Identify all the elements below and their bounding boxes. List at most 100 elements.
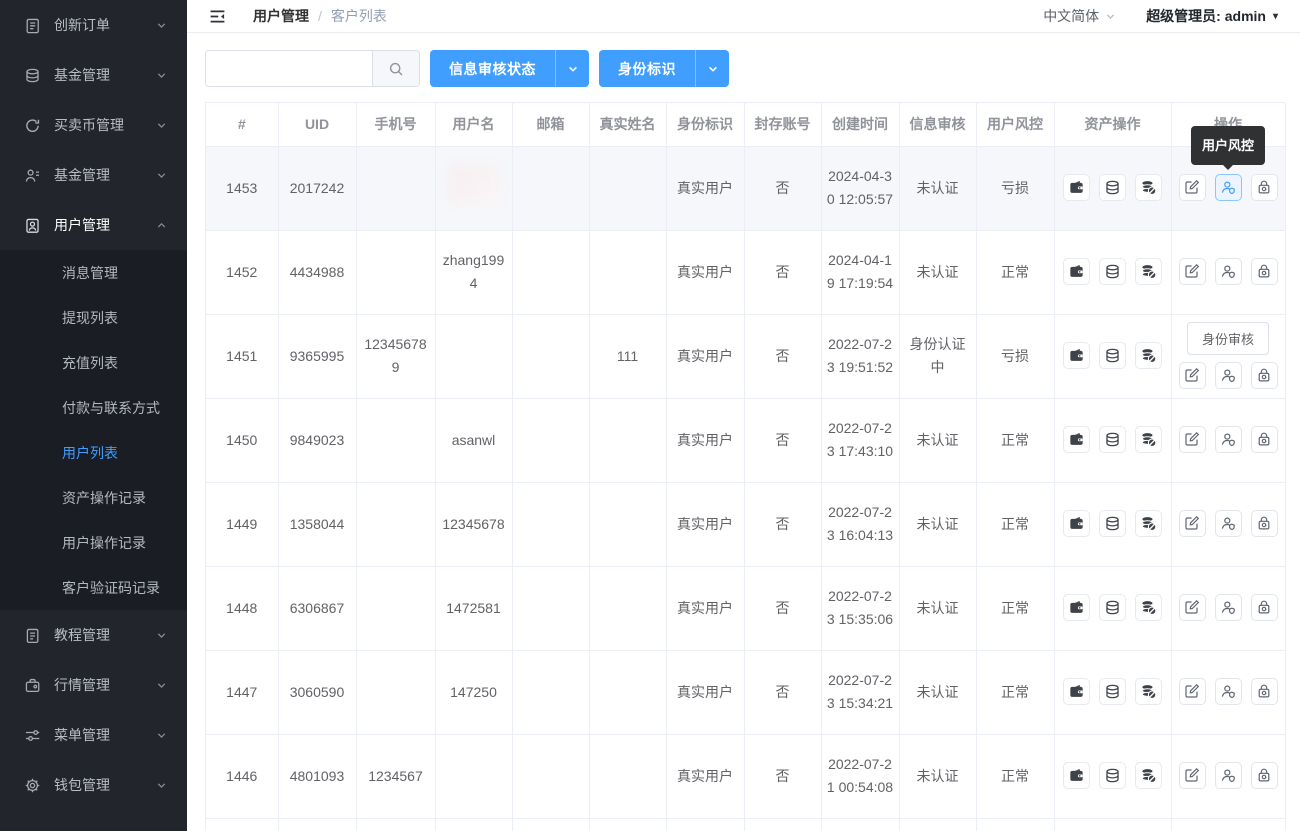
doc-icon bbox=[24, 627, 41, 644]
coins-off-button[interactable] bbox=[1135, 342, 1162, 369]
cell-identity: 真实用户 bbox=[666, 146, 744, 230]
action-buttons bbox=[1179, 594, 1278, 623]
cell-review: 未认证 bbox=[899, 734, 976, 818]
sidebar-subitem-5[interactable]: 资产操作记录 bbox=[0, 475, 187, 520]
edit-button[interactable] bbox=[1179, 762, 1206, 789]
lock-button[interactable] bbox=[1251, 426, 1278, 453]
cell-username: zhang1994 bbox=[435, 230, 512, 314]
coins-button[interactable] bbox=[1099, 678, 1126, 705]
sidebar-subitem-label: 消息管理 bbox=[62, 263, 118, 283]
edit-button[interactable] bbox=[1179, 174, 1206, 201]
wallet-button[interactable] bbox=[1063, 510, 1090, 537]
coins-off-button[interactable] bbox=[1135, 678, 1162, 705]
sidebar-item-0[interactable]: 创新订单 bbox=[0, 0, 187, 50]
cell-identity: 真实用户 bbox=[666, 650, 744, 734]
lock-button[interactable] bbox=[1251, 510, 1278, 537]
edit-button[interactable] bbox=[1179, 258, 1206, 285]
user-risk-icon bbox=[1220, 179, 1236, 195]
dropdown-caret-zone[interactable] bbox=[696, 63, 729, 75]
cell-username bbox=[435, 314, 512, 398]
user-risk-button[interactable] bbox=[1215, 258, 1242, 285]
sidebar-item-8[interactable]: 钱包管理 bbox=[0, 760, 187, 810]
wallet-button[interactable] bbox=[1063, 174, 1090, 201]
caret-down-icon: ▾ bbox=[1273, 11, 1278, 22]
coins-off-button[interactable] bbox=[1135, 258, 1162, 285]
user-risk-button[interactable] bbox=[1215, 762, 1242, 789]
coins-icon bbox=[1104, 767, 1121, 784]
sidebar-item-2[interactable]: 买卖币管理 bbox=[0, 100, 187, 150]
wallet-button[interactable] bbox=[1063, 426, 1090, 453]
lock-button[interactable] bbox=[1251, 258, 1278, 285]
search-input[interactable] bbox=[206, 51, 372, 86]
wallet-button[interactable] bbox=[1063, 678, 1090, 705]
coins-off-button[interactable] bbox=[1135, 762, 1162, 789]
coins-off-button[interactable] bbox=[1135, 426, 1162, 453]
sidebar-item-4[interactable]: 用户管理 bbox=[0, 200, 187, 250]
action-wrap bbox=[1177, 258, 1280, 287]
coins-off-button[interactable] bbox=[1135, 174, 1162, 201]
coins-button[interactable] bbox=[1099, 174, 1126, 201]
filter-dropdown-1[interactable]: 身份标识 bbox=[599, 50, 729, 87]
coins-button[interactable] bbox=[1099, 594, 1126, 621]
sidebar-subitem-4[interactable]: 用户列表 bbox=[0, 430, 187, 475]
breadcrumb-item-parent[interactable]: 用户管理 bbox=[253, 6, 309, 26]
search-button[interactable] bbox=[372, 51, 419, 86]
chevron-down-icon bbox=[156, 170, 167, 181]
wallet-icon bbox=[1068, 263, 1085, 280]
user-risk-button[interactable] bbox=[1215, 594, 1242, 621]
cell-actions: 用户风控 bbox=[1171, 146, 1285, 230]
wallet-button[interactable] bbox=[1063, 594, 1090, 621]
user-risk-button[interactable] bbox=[1215, 362, 1242, 389]
sidebar-item-1[interactable]: 基金管理 bbox=[0, 50, 187, 100]
edit-button[interactable] bbox=[1179, 594, 1206, 621]
edit-button[interactable] bbox=[1179, 510, 1206, 537]
edit-button[interactable] bbox=[1179, 362, 1206, 389]
sidebar-subitem-1[interactable]: 提现列表 bbox=[0, 295, 187, 340]
wallet-button[interactable] bbox=[1063, 762, 1090, 789]
coins-button[interactable] bbox=[1099, 258, 1126, 285]
coins-button[interactable] bbox=[1099, 426, 1126, 453]
admin-menu[interactable]: 超级管理员: admin ▾ bbox=[1146, 6, 1278, 26]
filter-dropdown-0[interactable]: 信息审核状态 bbox=[430, 50, 589, 87]
sidebar-subitem-6[interactable]: 用户操作记录 bbox=[0, 520, 187, 565]
lock-button[interactable] bbox=[1251, 362, 1278, 389]
coins-off-button[interactable] bbox=[1135, 510, 1162, 537]
user-risk-button[interactable] bbox=[1215, 678, 1242, 705]
sidebar-subitem-7[interactable]: 客户验证码记录 bbox=[0, 565, 187, 610]
coins-button[interactable] bbox=[1099, 762, 1126, 789]
edit-button[interactable] bbox=[1179, 426, 1206, 453]
sidebar-item-5[interactable]: 教程管理 bbox=[0, 610, 187, 660]
lock-button[interactable] bbox=[1251, 174, 1278, 201]
sidebar-subitem-3[interactable]: 付款与联系方式 bbox=[0, 385, 187, 430]
asset-buttons bbox=[1063, 351, 1162, 367]
user-risk-button[interactable]: 用户风控 bbox=[1215, 174, 1242, 201]
coins-button[interactable] bbox=[1099, 342, 1126, 369]
coins-button[interactable] bbox=[1099, 510, 1126, 537]
user-table-wrap: #UID手机号用户名邮箱真实姓名身份标识封存账号创建时间信息审核用户风控资产操作… bbox=[205, 102, 1285, 831]
lock-button[interactable] bbox=[1251, 594, 1278, 621]
cell-username: asanwl bbox=[435, 398, 512, 482]
sidebar-subitem-2[interactable]: 充值列表 bbox=[0, 340, 187, 385]
sidebar-item-3[interactable]: 基金管理 bbox=[0, 150, 187, 200]
user-risk-button[interactable] bbox=[1215, 426, 1242, 453]
edit-button[interactable] bbox=[1179, 678, 1206, 705]
table-row: 14473060590147250真实用户否2022-07-23 15:34:2… bbox=[206, 650, 1285, 734]
coins-off-button[interactable] bbox=[1135, 594, 1162, 621]
sidebar-subitem-0[interactable]: 消息管理 bbox=[0, 250, 187, 295]
sidebar-item-7[interactable]: 菜单管理 bbox=[0, 710, 187, 760]
dropdown-caret-zone[interactable] bbox=[556, 63, 589, 75]
cell-review: 未认证 bbox=[899, 146, 976, 230]
wallet-button[interactable] bbox=[1063, 342, 1090, 369]
user-risk-button[interactable] bbox=[1215, 510, 1242, 537]
menu-fold-icon[interactable] bbox=[209, 8, 226, 25]
language-selector[interactable]: 中文简体 bbox=[1043, 6, 1116, 26]
cell-assets bbox=[1054, 314, 1171, 398]
lock-icon bbox=[1256, 767, 1272, 783]
wallet-button[interactable] bbox=[1063, 258, 1090, 285]
column-header-9: 信息审核 bbox=[899, 103, 976, 146]
coins-off-icon bbox=[1140, 347, 1157, 364]
lock-button[interactable] bbox=[1251, 762, 1278, 789]
lock-button[interactable] bbox=[1251, 678, 1278, 705]
sidebar-item-6[interactable]: 行情管理 bbox=[0, 660, 187, 710]
identity-review-button[interactable]: 身份审核 bbox=[1187, 322, 1269, 355]
